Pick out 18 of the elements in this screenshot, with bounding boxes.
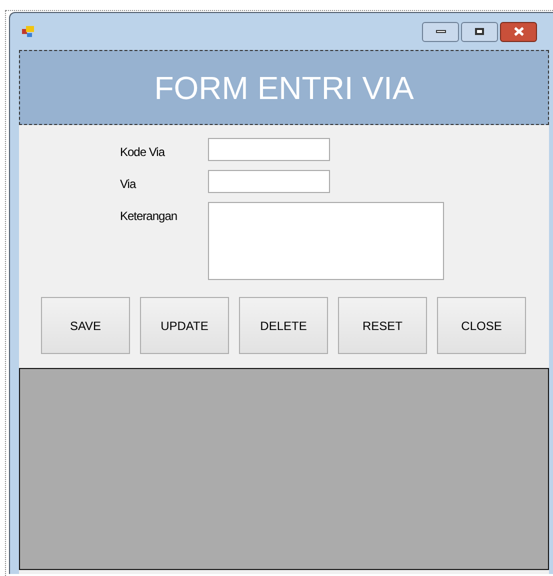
- minimize-icon: [436, 30, 446, 33]
- text-field[interactable]: [208, 138, 330, 161]
- text-field[interactable]: [208, 170, 330, 193]
- action-button[interactable]: SAVE: [41, 297, 130, 354]
- action-button[interactable]: UPDATE: [140, 297, 229, 354]
- field-label: Via: [120, 176, 138, 193]
- field-label: Keterangan: [120, 208, 178, 225]
- maximize-button[interactable]: [461, 22, 498, 42]
- minimize-button[interactable]: [422, 22, 459, 42]
- close-button[interactable]: [500, 22, 537, 42]
- close-icon: [512, 27, 524, 36]
- app-icon: [22, 24, 36, 38]
- maximize-icon: [475, 28, 484, 35]
- action-button[interactable]: DELETE: [239, 297, 328, 354]
- action-button[interactable]: CLOSE: [437, 297, 526, 354]
- field-label: Kode Via: [120, 144, 166, 161]
- action-button[interactable]: RESET: [338, 297, 427, 354]
- form-title: FORM ENTRI VIA: [154, 68, 414, 108]
